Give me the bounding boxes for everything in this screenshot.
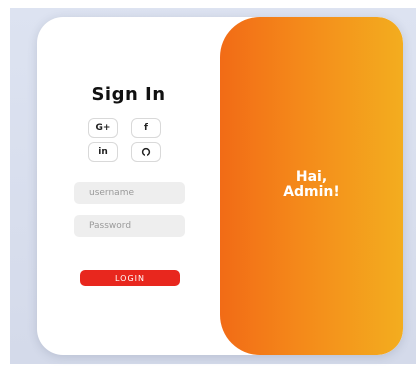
github-icon[interactable]	[131, 142, 161, 162]
login-card: Sign In G+ f in LOGIN Hai, Admin!	[37, 17, 403, 355]
google-plus-icon[interactable]: G+	[88, 118, 118, 138]
username-input[interactable]	[74, 182, 185, 204]
greeting-panel: Hai, Admin!	[220, 17, 403, 355]
sign-in-title: Sign In	[91, 84, 166, 105]
greeting-text: Hai, Admin!	[220, 170, 403, 200]
password-input[interactable]	[74, 215, 185, 237]
login-button[interactable]: LOGIN	[80, 270, 180, 286]
sign-in-panel: Sign In G+ f in LOGIN	[37, 17, 220, 355]
facebook-icon[interactable]: f	[131, 118, 161, 138]
github-glyph	[141, 147, 151, 157]
greeting-line-2: Admin!	[283, 184, 340, 200]
linkedin-icon[interactable]: in	[88, 142, 118, 162]
greeting-line-1: Hai,	[295, 169, 328, 185]
